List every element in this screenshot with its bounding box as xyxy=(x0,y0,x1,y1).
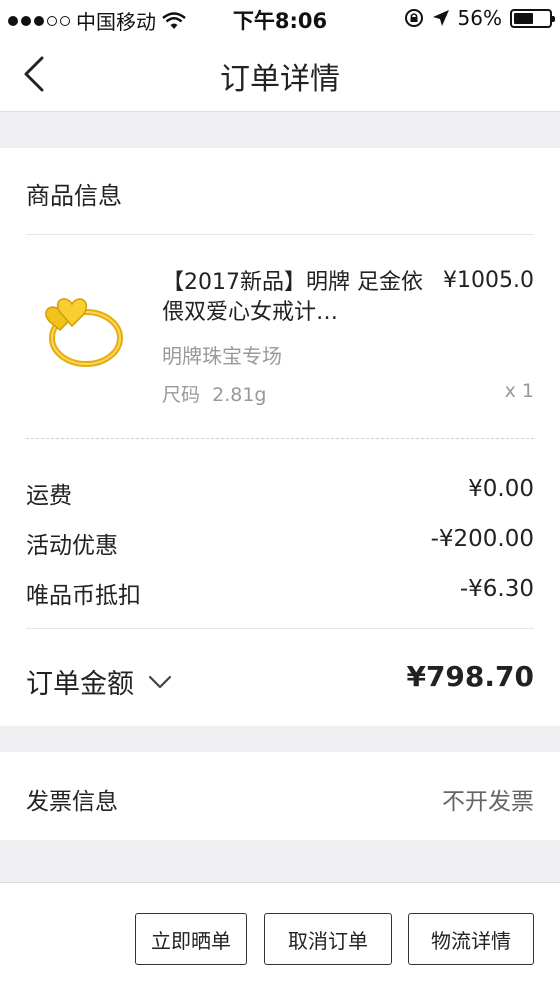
bottom-action-bar: 立即晒单 取消订单 物流详情 xyxy=(0,882,560,994)
invoice-label: 发票信息 xyxy=(26,789,118,815)
battery-icon xyxy=(510,8,555,28)
logistics-details-button[interactable]: 物流详情 xyxy=(408,913,534,965)
invoice-card[interactable]: 发票信息 不开发票 xyxy=(0,752,560,840)
size-value: 2.81g xyxy=(212,384,267,406)
size-label: 尺码 xyxy=(162,384,201,406)
product-quantity: x 1 xyxy=(504,380,534,402)
fee-row-promotion: 活动优惠 -¥200.00 xyxy=(26,526,534,560)
order-total-value: ¥798.70 xyxy=(406,660,534,693)
battery-percent: 56% xyxy=(457,6,502,30)
chevron-down-icon xyxy=(148,675,172,688)
share-order-button[interactable]: 立即晒单 xyxy=(135,913,247,965)
fee-row-coin-deduction: 唯品币抵扣 -¥6.30 xyxy=(26,576,534,610)
fee-label: 唯品币抵扣 xyxy=(26,583,141,609)
divider xyxy=(26,234,534,235)
page-title: 订单详情 xyxy=(220,62,340,97)
goods-section-title: 商品信息 xyxy=(26,182,122,210)
dashed-divider xyxy=(26,438,534,439)
fee-value: -¥6.30 xyxy=(459,576,534,602)
ring-product-image[interactable] xyxy=(30,278,130,378)
goods-card: 商品信息 【2017新品】明牌 足金依偎双爱心女戒计… ¥1005.0 明牌珠宝… xyxy=(0,148,560,726)
location-icon xyxy=(432,10,449,26)
order-total-label: 订单金额 xyxy=(26,669,134,700)
fee-label: 活动优惠 xyxy=(26,533,118,559)
product-name[interactable]: 【2017新品】明牌 足金依偎双爱心女戒计… xyxy=(162,268,432,328)
status-right: 56% xyxy=(404,6,555,30)
fee-value: ¥0.00 xyxy=(468,476,534,502)
status-bar: 中国移动 下午8:06 56% xyxy=(0,0,560,38)
order-total-toggle[interactable]: 订单金额 xyxy=(26,662,172,701)
fee-value: -¥200.00 xyxy=(430,526,534,552)
nav-bar: 订单详情 xyxy=(0,38,560,112)
rotation-lock-icon xyxy=(404,9,423,27)
cancel-order-button[interactable]: 取消订单 xyxy=(264,913,392,965)
product-shop: 明牌珠宝专场 xyxy=(162,344,282,368)
invoice-value: 不开发票 xyxy=(442,789,534,815)
fee-label: 运费 xyxy=(26,483,72,509)
divider xyxy=(26,628,534,629)
product-size: 尺码 2.81g xyxy=(162,380,266,407)
product-price: ¥1005.0 xyxy=(443,268,534,293)
fee-row-shipping: 运费 ¥0.00 xyxy=(26,476,534,510)
